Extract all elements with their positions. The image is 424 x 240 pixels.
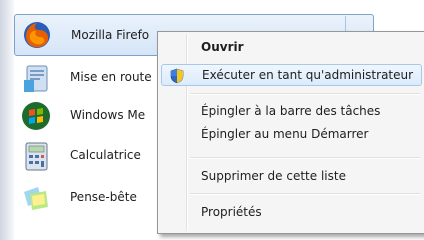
sticky-notes-icon [24,187,48,210]
start-menu-edge [0,0,14,240]
menu-item-remove-from-list[interactable]: Supprimer de cette liste [161,165,422,187]
menu-separator [190,157,420,159]
firefox-icon [24,22,50,48]
uac-shield-icon [170,68,184,84]
windows-media-center-icon [22,102,50,130]
menu-item-label: Ouvrir [201,40,244,54]
start-item-label: Pense-bête [70,190,137,204]
calculator-icon [25,142,48,171]
menu-item-label: Épingler au menu Démarrer [201,127,369,141]
menu-item-properties[interactable]: Propriétés [161,201,422,223]
start-item-label: Calculatrice [70,148,141,162]
menu-item-label: Exécuter en tant qu'administrateur [202,68,414,82]
menu-item-pin-taskbar[interactable]: Épingler à la barre des tâches [161,100,422,122]
start-item-label: Windows Me [70,108,146,122]
menu-item-run-as-admin[interactable]: Exécuter en tant qu'administrateur [161,64,422,86]
start-item-label: Mozilla Firefo [71,28,150,42]
menu-item-open[interactable]: Ouvrir [161,36,422,58]
menu-item-pin-start[interactable]: Épingler au menu Démarrer [161,123,422,145]
menu-separator [190,193,420,195]
menu-item-label: Épingler à la barre des tâches [201,104,381,118]
context-menu: Ouvrir Exécuter en tant qu'administrateu… [157,31,424,234]
menu-item-label: Supprimer de cette liste [201,169,346,183]
menu-item-label: Propriétés [201,205,262,219]
start-item-label: Mise en route [70,70,152,84]
menu-separator [190,93,420,95]
getting-started-icon [24,65,48,92]
